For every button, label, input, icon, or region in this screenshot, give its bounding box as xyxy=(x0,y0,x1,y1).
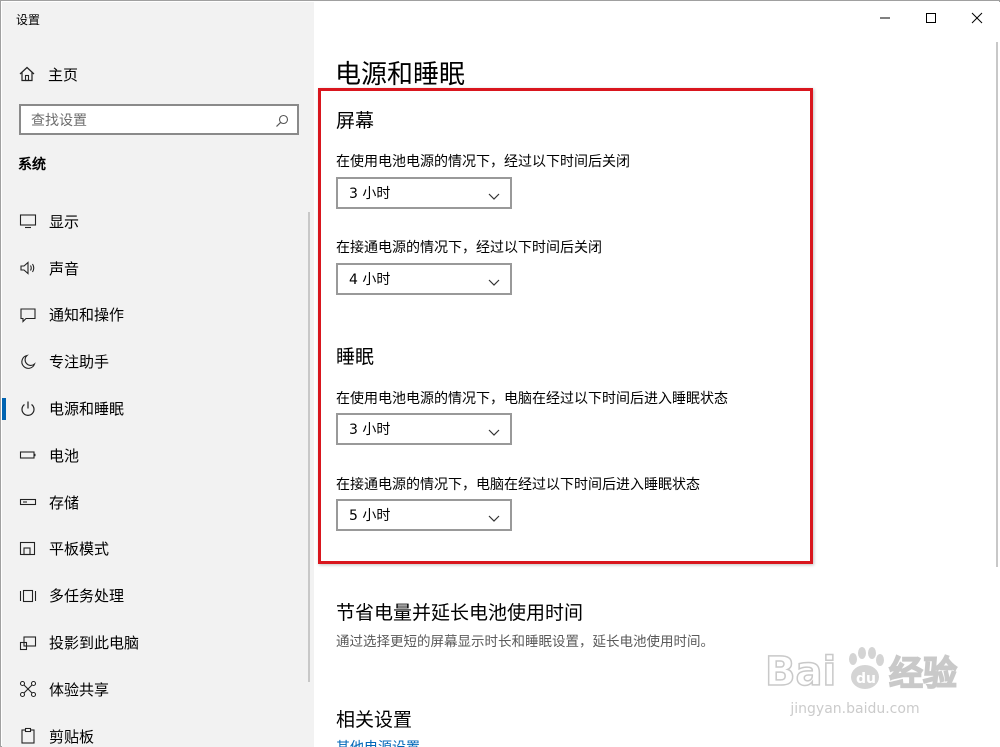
monitor-icon xyxy=(19,212,37,230)
sidebar-item-power-sleep[interactable]: 电源和睡眠 xyxy=(2,385,314,432)
message-icon xyxy=(19,306,37,324)
moon-icon xyxy=(19,353,37,371)
chevron-down-icon xyxy=(488,425,500,436)
search-placeholder: 查找设置 xyxy=(31,112,87,129)
svg-text:du: du xyxy=(856,671,876,687)
additional-power-settings-link[interactable]: 其他电源设置 xyxy=(336,737,420,747)
watermark-url: jingyan.baidu.com xyxy=(790,701,920,717)
sleep-heading: 睡眠 xyxy=(336,346,375,368)
sidebar-item-label: 平板模式 xyxy=(49,540,110,559)
sidebar-item-multitasking[interactable]: 多任务处理 xyxy=(2,572,314,619)
tablet-icon xyxy=(19,540,37,558)
sidebar-item-storage[interactable]: 存储 xyxy=(2,479,314,526)
home-icon xyxy=(18,65,36,83)
section-label-system: 系统 xyxy=(18,157,46,173)
svg-text:经验: 经验 xyxy=(889,654,957,694)
sidebar-item-focus-assist[interactable]: 专注助手 xyxy=(2,338,314,385)
sidebar-item-label: 电源和睡眠 xyxy=(49,400,125,419)
minimize-icon xyxy=(879,9,891,28)
share-icon xyxy=(19,680,37,698)
dropdown-value: 4 小时 xyxy=(349,272,391,288)
screen-battery-dropdown[interactable]: 3 小时 xyxy=(336,177,512,209)
home-label: 主页 xyxy=(48,65,79,84)
sidebar-item-label: 体验共享 xyxy=(49,680,110,699)
battery-icon xyxy=(19,446,37,464)
sidebar: 设置 主页 查找设置 系统 显示 声音 通知和操作 专注助手 电源和睡眠 电池 … xyxy=(2,2,314,747)
sidebar-item-label: 投影到此电脑 xyxy=(49,634,140,653)
sleep-battery-label: 在使用电池电源的情况下，电脑在经过以下时间后进入睡眠状态 xyxy=(336,391,728,407)
sidebar-item-label: 剪贴板 xyxy=(49,727,95,746)
sleep-battery-dropdown[interactable]: 3 小时 xyxy=(336,413,512,445)
sidebar-scrollbar[interactable] xyxy=(308,212,310,682)
dropdown-value: 5 小时 xyxy=(349,508,391,524)
clipboard-icon xyxy=(19,727,37,745)
storage-icon xyxy=(19,493,37,511)
chevron-down-icon xyxy=(488,275,500,286)
sleep-plugged-dropdown[interactable]: 5 小时 xyxy=(336,499,512,531)
multitask-icon xyxy=(19,587,37,605)
close-button[interactable] xyxy=(954,2,1000,34)
screen-plugged-label: 在接通电源的情况下，经过以下时间后关闭 xyxy=(336,240,602,256)
main-scrollbar[interactable] xyxy=(996,42,998,567)
related-settings-heading: 相关设置 xyxy=(336,709,413,731)
dropdown-value: 3 小时 xyxy=(349,186,391,202)
sidebar-item-display[interactable]: 显示 xyxy=(2,198,314,245)
sidebar-item-clipboard[interactable]: 剪贴板 xyxy=(2,713,314,747)
maximize-button[interactable] xyxy=(908,2,954,34)
baidu-watermark: Bai du 经验 jingyan.baidu.com xyxy=(764,641,995,731)
screen-plugged-dropdown[interactable]: 4 小时 xyxy=(336,263,512,295)
home-nav-item[interactable]: 主页 xyxy=(18,60,78,88)
sidebar-item-label: 多任务处理 xyxy=(49,587,125,606)
dropdown-value: 3 小时 xyxy=(349,422,391,438)
chevron-down-icon xyxy=(488,511,500,522)
maximize-icon xyxy=(925,9,937,28)
power-icon xyxy=(19,400,37,418)
sidebar-item-label: 显示 xyxy=(49,212,80,231)
screen-heading: 屏幕 xyxy=(336,110,375,132)
page-title: 电源和睡眠 xyxy=(335,60,466,90)
sidebar-item-label: 专注助手 xyxy=(49,353,110,372)
minimize-button[interactable] xyxy=(862,2,908,34)
baidu-logo-icon: Bai du 经验 xyxy=(764,647,958,696)
settings-window: 设置 主页 查找设置 系统 显示 声音 通知和操作 专注助手 电源和睡眠 电池 … xyxy=(0,0,1000,747)
sidebar-item-project[interactable]: 投影到此电脑 xyxy=(2,619,314,666)
sidebar-nav: 显示 声音 通知和操作 专注助手 电源和睡眠 电池 存储 平板模式 多任务处理 … xyxy=(2,198,314,747)
search-icon[interactable] xyxy=(275,113,289,127)
sleep-plugged-label: 在接通电源的情况下，电脑在经过以下时间后进入睡眠状态 xyxy=(336,477,700,493)
sidebar-item-battery[interactable]: 电池 xyxy=(2,432,314,479)
sidebar-item-label: 存储 xyxy=(49,493,80,512)
sidebar-item-label: 电池 xyxy=(49,446,80,465)
app-title: 设置 xyxy=(16,13,41,27)
sidebar-item-shared-experiences[interactable]: 体验共享 xyxy=(2,666,314,713)
speaker-icon xyxy=(19,259,37,277)
sidebar-item-label: 声音 xyxy=(49,259,80,278)
close-icon xyxy=(971,9,983,28)
screen-battery-label: 在使用电池电源的情况下，经过以下时间后关闭 xyxy=(336,154,630,170)
search-input[interactable]: 查找设置 xyxy=(19,104,299,135)
sidebar-item-sound[interactable]: 声音 xyxy=(2,245,314,292)
project-icon xyxy=(19,634,37,652)
window-controls xyxy=(862,2,1000,34)
chevron-down-icon xyxy=(488,189,500,200)
svg-text:Bai: Bai xyxy=(765,649,836,695)
sidebar-item-tablet-mode[interactable]: 平板模式 xyxy=(2,526,314,573)
sidebar-item-label: 通知和操作 xyxy=(49,306,125,325)
main-content: 电源和睡眠 屏幕 在使用电池电源的情况下，经过以下时间后关闭 3 小时 在接通电… xyxy=(314,2,1000,747)
save-battery-description: 通过选择更短的屏幕显示时长和睡眠设置，延长电池使用时间。 xyxy=(336,634,714,650)
sidebar-item-notifications[interactable]: 通知和操作 xyxy=(2,292,314,339)
save-battery-heading: 节省电量并延长电池使用时间 xyxy=(336,602,584,624)
